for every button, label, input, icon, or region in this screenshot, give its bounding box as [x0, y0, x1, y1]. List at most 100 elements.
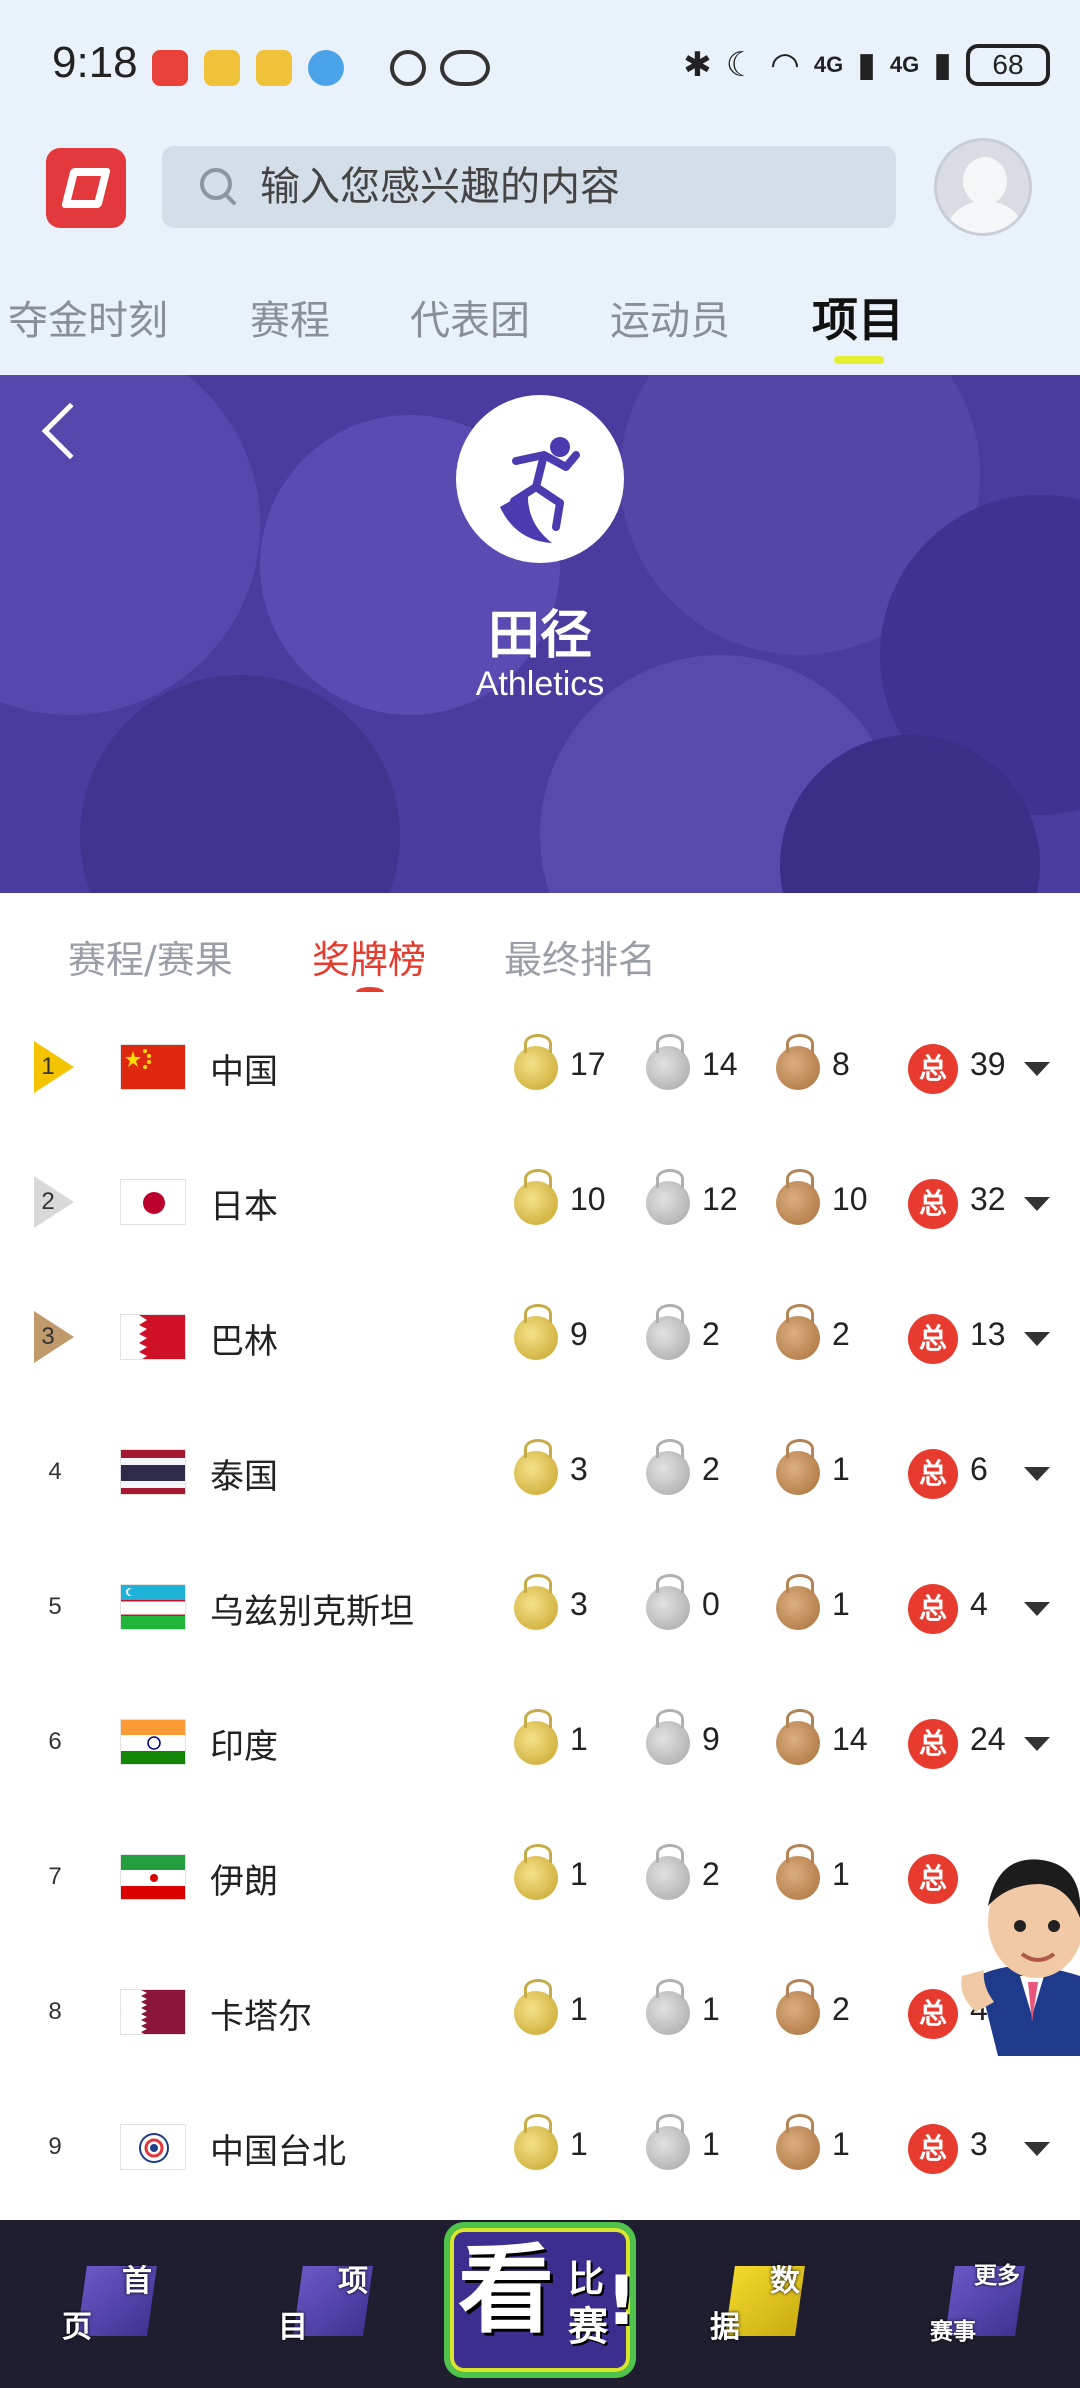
rank-number: 1 [41, 1053, 55, 1080]
bronze-count: 1 [832, 1451, 850, 1487]
bronze-count: 8 [832, 1046, 850, 1082]
rank-cell: 4 [34, 1446, 76, 1498]
silver-count: 2 [702, 1856, 720, 1892]
country-name: 泰国 [210, 1457, 278, 1497]
table-row[interactable]: 9 中国台北 1 1 1 总 3 [0, 2080, 1080, 2215]
search-input[interactable] [260, 146, 860, 228]
chevron-down-icon[interactable] [1024, 1062, 1050, 1076]
chevron-down-icon[interactable] [1024, 1467, 1050, 1481]
country-name: 印度 [210, 1727, 278, 1767]
table-row[interactable]: 2 日本 10 12 10 总 32 [0, 1135, 1080, 1270]
total-count: 13 [970, 1316, 1006, 1352]
battery-indicator: 68 [966, 44, 1050, 86]
bronze-medal-icon [776, 1709, 820, 1765]
tab-gold-moments[interactable]: 夺金时刻 [8, 288, 168, 346]
gold-medal-icon [514, 1574, 558, 1630]
tab-schedule[interactable]: 赛程 [250, 288, 330, 346]
banner-decoration [80, 675, 400, 893]
table-row[interactable]: 6 印度 1 9 14 总 24 [0, 1675, 1080, 1810]
active-tab-indicator [834, 356, 884, 364]
nav-more-label-bottom: 赛事 [930, 2319, 976, 2345]
gold-medal-icon [514, 1034, 558, 1090]
subtab-medal-table[interactable]: 奖牌榜 [312, 929, 426, 984]
silver-medal-icon [646, 1439, 690, 1495]
status-right: ✱ ☾ ◠ 4G ▮ 4G ▮ 68 [683, 40, 1050, 90]
bronze-medal-icon [776, 1304, 820, 1360]
watch-label-big: 看 [458, 2234, 554, 2346]
country-name: 巴林 [210, 1322, 278, 1362]
signal-4g-icon: 4G [813, 52, 844, 77]
subtab-schedule-results[interactable]: 赛程/赛果 [68, 929, 233, 984]
total-badge: 总 [908, 1854, 958, 1904]
silver-medal-icon [646, 1304, 690, 1360]
tab-athletes[interactable]: 运动员 [610, 288, 730, 346]
rank-cell: 2 [34, 1176, 76, 1228]
search-bar[interactable] [162, 146, 896, 228]
browser-icon [308, 50, 344, 86]
chevron-down-icon[interactable] [1024, 1737, 1050, 1751]
chevron-down-icon[interactable] [1024, 2142, 1050, 2156]
nav-home[interactable]: 首 页 [62, 2256, 157, 2346]
chevron-down-icon[interactable] [1024, 1197, 1050, 1211]
gold-medal-icon [514, 1439, 558, 1495]
sport-subtitle: Athletics [475, 665, 605, 703]
bronze-medal-icon [776, 1574, 820, 1630]
huawei-store-icon [152, 50, 188, 86]
total-count: 24 [970, 1721, 1006, 1757]
signal-4g-icon: 4G [889, 52, 920, 77]
rank-cell: 5 [34, 1581, 76, 1633]
nav-more-events[interactable]: 更多 赛事 [930, 2256, 1025, 2346]
flag-india-icon [120, 1719, 186, 1765]
app-logo[interactable] [46, 148, 126, 228]
total-badge: 总 [908, 1449, 958, 1499]
table-row[interactable]: 4 泰国 3 2 1 总 6 [0, 1405, 1080, 1540]
rank-number: 4 [48, 1458, 62, 1485]
avatar-head-icon [963, 157, 1007, 205]
mascot-icon [961, 1859, 1080, 2056]
gold-medal-icon [514, 2114, 558, 2170]
gold-count: 1 [570, 1721, 588, 1757]
country-name: 中国 [210, 1052, 278, 1092]
moon-icon: ☾ [725, 45, 757, 85]
bluetooth-icon: ✱ [683, 45, 712, 85]
table-row[interactable]: 3 巴林 9 2 2 总 13 [0, 1270, 1080, 1405]
gold-count: 17 [570, 1046, 606, 1082]
bronze-medal-icon [776, 1034, 820, 1090]
total-count: 39 [970, 1046, 1006, 1082]
gold-count: 1 [570, 2126, 588, 2162]
rank-number: 5 [48, 1593, 62, 1620]
nav-data[interactable]: 数 据 [710, 2256, 805, 2346]
status-bar: 9:18 ✱ ☾ ◠ 4G ▮ 4G ▮ 68 [0, 0, 1080, 130]
total-badge: 总 [908, 1584, 958, 1634]
table-row[interactable]: 1 中国 17 14 8 总 39 [0, 1000, 1080, 1135]
watch-match-button[interactable]: 看 比 赛 ! [444, 2222, 637, 2378]
total-badge: 总 [908, 1314, 958, 1364]
table-row[interactable]: 7 伊朗 1 2 1 总 [0, 1810, 1080, 1945]
avatar-body-icon [947, 201, 1023, 233]
tab-delegations[interactable]: 代表团 [410, 288, 530, 346]
table-row[interactable]: 5 乌兹别克斯坦 3 0 1 总 4 [0, 1540, 1080, 1675]
rank-cell: 9 [34, 2121, 76, 2173]
bronze-count: 1 [832, 2126, 850, 2162]
nav-events[interactable]: 项 目 [278, 2256, 373, 2346]
gold-count: 1 [570, 1991, 588, 2027]
athlete-glyph [500, 437, 580, 543]
subtab-final-ranking[interactable]: 最终排名 [504, 929, 656, 984]
mascot-floating-button[interactable] [958, 1826, 1080, 2056]
tab-events[interactable]: 项目 [812, 284, 904, 350]
gold-medal-icon [514, 1304, 558, 1360]
silver-count: 9 [702, 1721, 720, 1757]
gold-medal-icon [514, 1169, 558, 1225]
flag-thailand-icon [120, 1449, 186, 1495]
sub-tabs: 赛程/赛果 奖牌榜 最终排名 [0, 893, 1080, 1003]
nav-more-label-top: 更多 [974, 2263, 1020, 2289]
gold-count: 9 [570, 1316, 588, 1352]
chevron-down-icon[interactable] [1024, 1602, 1050, 1616]
table-row[interactable]: 8卡塔尔112总4 [0, 1945, 1080, 2080]
user-avatar[interactable] [934, 138, 1032, 236]
flag-chinese-taipei-icon [120, 2124, 186, 2170]
chevron-down-icon[interactable] [1024, 1332, 1050, 1346]
gold-count: 1 [570, 1856, 588, 1892]
bronze-count: 2 [832, 1316, 850, 1352]
weibo-icon [204, 50, 240, 86]
